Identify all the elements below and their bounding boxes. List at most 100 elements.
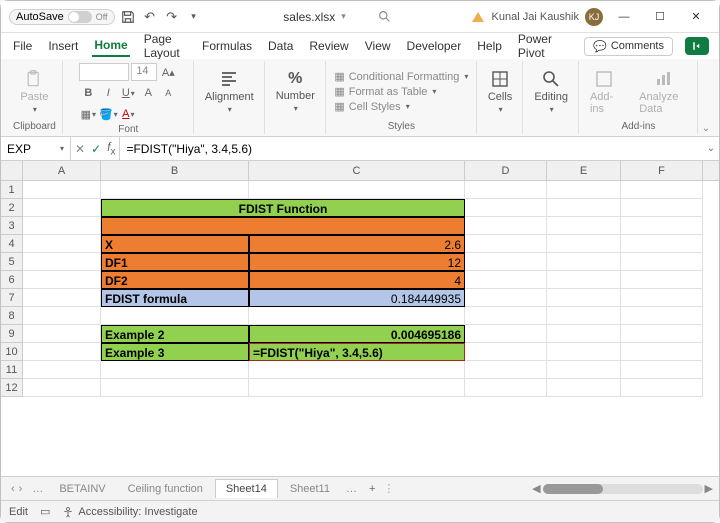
cell-b5[interactable]: DF1 — [101, 253, 249, 271]
row-header-2[interactable]: 2 — [1, 199, 22, 217]
autosave-toggle[interactable]: AutoSave Off — [9, 9, 115, 25]
underline-icon[interactable]: U▾ — [119, 84, 137, 102]
row-header-4[interactable]: 4 — [1, 235, 22, 253]
redo-icon[interactable]: ↷ — [163, 8, 181, 26]
fx-icon[interactable]: fx — [107, 140, 115, 157]
formula-input[interactable]: =FDIST("Hiya", 3.4,5.6) — [120, 142, 703, 156]
cell-b7[interactable]: FDIST formula — [101, 289, 249, 307]
row-header-3[interactable]: 3 — [1, 217, 22, 235]
name-box-dropdown-icon[interactable]: ▾ — [60, 144, 64, 153]
cell-b4[interactable]: X — [101, 235, 249, 253]
increase-font-icon[interactable]: A▴ — [159, 63, 177, 81]
col-header-b[interactable]: B — [101, 161, 249, 180]
font-size-box[interactable]: 14 — [131, 63, 157, 81]
expand-formula-bar-icon[interactable]: ⌄ — [703, 143, 719, 154]
col-header-c[interactable]: C — [249, 161, 465, 180]
title-dropdown-icon[interactable]: ▾ — [341, 11, 346, 22]
tab-data[interactable]: Data — [266, 36, 295, 56]
add-sheet-button[interactable]: + — [363, 483, 381, 495]
scroll-right-icon[interactable]: ▶ — [705, 482, 713, 495]
tab-formulas[interactable]: Formulas — [200, 36, 254, 56]
scroll-left-icon[interactable]: ◀ — [532, 482, 540, 495]
cell-c10-editing[interactable]: =FDIST("Hiya", 3.4,5.6) — [249, 343, 465, 361]
fill-color-icon[interactable]: 🪣▾ — [99, 105, 117, 123]
row-header-7[interactable]: 7 — [1, 289, 22, 307]
accept-formula-icon[interactable]: ✓ — [91, 142, 101, 156]
sheet-nav-next-icon[interactable]: › — [19, 483, 23, 495]
collapse-ribbon-icon[interactable]: ⌄ — [699, 61, 713, 134]
row-header-11[interactable]: 11 — [1, 361, 22, 379]
font-color-icon[interactable]: A▾ — [119, 105, 137, 123]
tab-power-pivot[interactable]: Power Pivot — [516, 29, 560, 63]
cell-c5[interactable]: 12 — [249, 253, 465, 271]
tab-insert[interactable]: Insert — [46, 36, 80, 56]
border-icon[interactable]: ▦▾ — [79, 105, 97, 123]
sheet-more-icon[interactable]: … — [28, 483, 47, 495]
save-icon[interactable] — [119, 8, 137, 26]
row-header-12[interactable]: 12 — [1, 379, 22, 397]
cell-b10[interactable]: Example 3 — [101, 343, 249, 361]
number-button[interactable]: % Number ▾ — [272, 68, 319, 115]
cell-c9[interactable]: 0.004695186 — [249, 325, 465, 343]
row-header-10[interactable]: 10 — [1, 343, 22, 361]
editing-button[interactable]: Editing ▾ — [530, 67, 572, 116]
cell-c6[interactable]: 4 — [249, 271, 465, 289]
tab-review[interactable]: Review — [307, 36, 350, 56]
addins-button[interactable]: Add-ins — [586, 67, 621, 117]
name-box[interactable]: EXP▾ — [1, 137, 71, 160]
minimize-button[interactable]: — — [609, 6, 639, 28]
cell-title[interactable]: FDIST Function — [101, 199, 465, 217]
accessibility-status[interactable]: Accessibility: Investigate — [62, 506, 197, 518]
bold-icon[interactable]: B — [79, 84, 97, 102]
tab-view[interactable]: View — [363, 36, 393, 56]
tab-page-layout[interactable]: Page Layout — [142, 29, 188, 63]
paste-button[interactable]: Paste ▾ — [16, 67, 52, 116]
sheet-nav-prev-icon[interactable]: ‹ — [11, 483, 15, 495]
col-header-f[interactable]: F — [621, 161, 703, 180]
row-header-6[interactable]: 6 — [1, 271, 22, 289]
row-header-8[interactable]: 8 — [1, 307, 22, 325]
cell-r3[interactable] — [101, 217, 465, 235]
stats-icon[interactable]: ▭ — [40, 505, 50, 518]
select-all-corner[interactable] — [1, 161, 23, 181]
font-grow-icon[interactable]: A — [139, 84, 157, 102]
cell-c4[interactable]: 2.6 — [249, 235, 465, 253]
sheet-tab-ceiling[interactable]: Ceiling function — [118, 480, 213, 498]
share-button[interactable] — [685, 37, 709, 55]
maximize-button[interactable]: ☐ — [645, 6, 675, 28]
row-header-9[interactable]: 9 — [1, 325, 22, 343]
cell-styles-button[interactable]: ▦ Cell Styles▾ — [334, 100, 409, 113]
close-button[interactable]: ✕ — [681, 6, 711, 28]
cells-button[interactable]: Cells ▾ — [484, 67, 516, 116]
undo-icon[interactable]: ↶ — [141, 8, 159, 26]
spreadsheet-grid[interactable]: 1 2 3 4 5 6 7 8 9 10 11 12 A B C D E F F… — [1, 161, 719, 476]
tab-file[interactable]: File — [11, 36, 34, 56]
alignment-button[interactable]: Alignment ▾ — [201, 67, 258, 116]
sheet-tab-sheet14[interactable]: Sheet14 — [215, 479, 278, 498]
comments-button[interactable]: 💬 Comments — [584, 37, 673, 56]
col-header-a[interactable]: A — [23, 161, 101, 180]
format-as-table-button[interactable]: ▦ Format as Table▾ — [334, 85, 436, 98]
analyze-data-button[interactable]: Analyze Data — [635, 67, 691, 117]
font-name-box[interactable] — [79, 63, 129, 81]
search-icon[interactable] — [378, 10, 391, 23]
user-name[interactable]: Kunal Jai Kaushik — [492, 11, 579, 23]
row-header-1[interactable]: 1 — [1, 181, 22, 199]
tab-help[interactable]: Help — [475, 36, 504, 56]
row-header-5[interactable]: 5 — [1, 253, 22, 271]
col-header-e[interactable]: E — [547, 161, 621, 180]
cell-c7[interactable]: 0.184449935 — [249, 289, 465, 307]
cancel-formula-icon[interactable]: ✕ — [75, 142, 85, 156]
italic-icon[interactable]: I — [99, 84, 117, 102]
cell-b6[interactable]: DF2 — [101, 271, 249, 289]
font-shrink-icon[interactable]: A — [159, 84, 177, 102]
tab-developer[interactable]: Developer — [405, 36, 464, 56]
conditional-formatting-button[interactable]: ▦ Conditional Formatting▾ — [334, 70, 468, 83]
horizontal-scrollbar[interactable] — [543, 484, 703, 494]
sheet-tab-betainv[interactable]: BETAINV — [49, 480, 115, 498]
user-avatar[interactable]: KJ — [585, 8, 603, 26]
cell-b9[interactable]: Example 2 — [101, 325, 249, 343]
sheet-tab-sheet11[interactable]: Sheet11 — [280, 480, 340, 498]
col-header-d[interactable]: D — [465, 161, 547, 180]
tab-home[interactable]: Home — [92, 35, 129, 57]
